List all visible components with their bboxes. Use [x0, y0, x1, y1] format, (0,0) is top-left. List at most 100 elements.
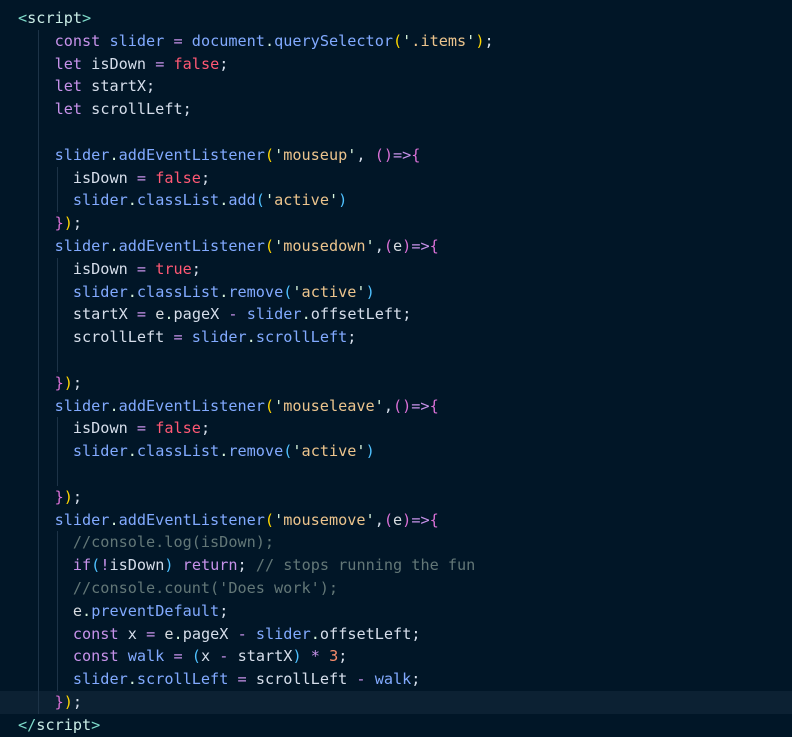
code-token: (: [264, 237, 275, 255]
code-token: ;: [402, 305, 412, 324]
code-line[interactable]: let isDown = false;: [0, 53, 792, 76]
code-token: ': [402, 31, 412, 50]
code-line[interactable]: [0, 349, 792, 372]
code-token: active: [274, 191, 329, 210]
code-line[interactable]: [0, 463, 792, 486]
code-line[interactable]: slider.addEventListener('mousemove',(e)=…: [0, 509, 792, 532]
code-token: ;: [72, 214, 83, 233]
code-line[interactable]: <script>: [0, 7, 792, 30]
code-token: ,: [374, 237, 384, 255]
code-token: e: [164, 624, 174, 643]
code-line[interactable]: startX = e.pageX - slider.offsetLeft;: [0, 303, 792, 326]
code-line[interactable]: const x = e.pageX - slider.offsetLeft;: [0, 623, 792, 646]
code-token: ;: [72, 373, 83, 392]
code-editor[interactable]: <script> const slider = document.querySe…: [0, 0, 792, 736]
code-token: =: [136, 259, 147, 278]
code-token: .: [127, 442, 137, 461]
code-token: -: [356, 670, 366, 689]
code-line[interactable]: let startX;: [0, 75, 792, 98]
code-line[interactable]: slider.addEventListener('mousedown',(e)=…: [0, 235, 792, 258]
code-token: isDown: [91, 54, 147, 73]
code-line[interactable]: });: [0, 372, 792, 395]
code-line[interactable]: isDown = false;: [0, 167, 792, 190]
code-line[interactable]: slider.addEventListener('mouseup', ()=>{: [0, 144, 792, 167]
code-token: (: [264, 396, 275, 415]
code-token: ): [365, 282, 375, 301]
code-token: (: [191, 647, 201, 666]
code-line[interactable]: [0, 121, 792, 144]
code-line[interactable]: slider.scrollLeft = scrollLeft - walk;: [0, 668, 792, 691]
code-token: ;: [237, 556, 247, 575]
code-line[interactable]: const walk = (x - startX) * 3;: [0, 645, 792, 668]
code-line[interactable]: isDown = false;: [0, 417, 792, 440]
code-line[interactable]: });: [0, 486, 792, 509]
code-token: startX: [91, 77, 147, 96]
code-line[interactable]: const slider = document.querySelector('.…: [0, 30, 792, 53]
code-token: .: [264, 31, 275, 50]
code-token: ,: [356, 145, 375, 164]
code-token: startX: [237, 647, 293, 666]
code-line[interactable]: slider.classList.remove('active'): [0, 281, 792, 304]
code-token: addEventListener: [118, 145, 265, 164]
code-line[interactable]: slider.classList.add('active'): [0, 189, 792, 212]
code-token: slider: [54, 510, 110, 529]
code-token: preventDefault: [91, 601, 220, 620]
code-token: .: [219, 191, 229, 210]
code-line[interactable]: scrollLeft = slider.scrollLeft;: [0, 326, 792, 349]
code-token: slider: [54, 145, 110, 164]
code-line[interactable]: slider.classList.remove('active'): [0, 440, 792, 463]
code-token: =>: [411, 396, 430, 415]
code-token: .: [219, 282, 229, 301]
indent-guide: [57, 257, 58, 372]
code-line[interactable]: let scrollLeft;: [0, 98, 792, 121]
code-token: ,: [383, 396, 393, 415]
code-token: >: [82, 9, 92, 27]
code-token: *: [310, 647, 320, 666]
code-token: ': [292, 442, 302, 461]
code-line[interactable]: if(!isDown) return; // stops running the…: [0, 554, 792, 577]
code-token: false: [155, 168, 201, 187]
code-token: </: [18, 715, 37, 734]
code-line[interactable]: </script>: [0, 714, 792, 737]
code-token: ): [365, 442, 375, 461]
code-token: ;: [219, 54, 229, 73]
code-token: e: [72, 601, 83, 620]
code-line[interactable]: //console.log(isDown);: [0, 531, 792, 554]
code-line[interactable]: });: [0, 691, 792, 714]
code-token: offsetLeft: [310, 305, 403, 324]
code-token: classList: [136, 282, 220, 301]
code-token: ): [63, 214, 73, 233]
code-token: slider: [72, 670, 128, 689]
code-token: =: [173, 31, 183, 50]
code-token: =>: [393, 145, 412, 164]
code-token: scrollLeft: [72, 328, 165, 347]
code-token: document: [191, 31, 265, 50]
code-line[interactable]: });: [0, 212, 792, 235]
code-token: ;: [411, 670, 421, 689]
code-token: remove: [228, 442, 284, 461]
code-token: ): [402, 510, 412, 529]
code-token: .: [164, 305, 174, 324]
code-token: ): [63, 373, 73, 392]
code-line[interactable]: e.preventDefault;: [0, 600, 792, 623]
code-token: slider: [109, 31, 165, 50]
code-line[interactable]: slider.addEventListener('mouseleave',()=…: [0, 395, 792, 418]
code-line[interactable]: isDown = true;: [0, 258, 792, 281]
code-line[interactable]: //console.count('Does work');: [0, 577, 792, 600]
